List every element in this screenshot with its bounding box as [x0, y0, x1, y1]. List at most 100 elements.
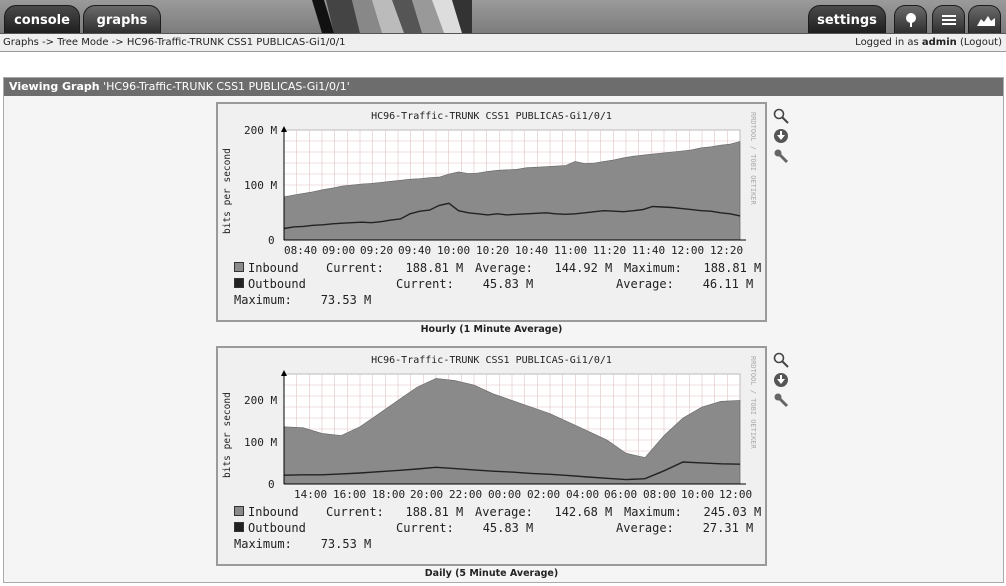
- y-tick-label: 100 M: [244, 436, 278, 449]
- x-tick-label: 08:00: [643, 488, 677, 501]
- tab-graphs[interactable]: graphs: [83, 5, 161, 33]
- x-tick-label: 11:00: [554, 244, 588, 257]
- legend-outbound-label: Outbound: [248, 521, 306, 535]
- outbound-average: Average: 27.31 M: [616, 521, 754, 535]
- wrench-icon: [774, 149, 789, 164]
- x-tick-label: 10:00: [437, 244, 471, 257]
- x-tick-label: 11:40: [632, 244, 666, 257]
- viewing-graph-header: Viewing Graph 'HC96-Traffic-TRUNK CSS1 P…: [4, 78, 1003, 96]
- login-prefix: Logged in as: [855, 37, 919, 48]
- viewing-graph-name: 'HC96-Traffic-TRUNK CSS1 PUBLICAS-Gi1/0/…: [103, 80, 350, 93]
- cacti-logo: [312, 0, 472, 33]
- inbound-current: Current: 188.81 M: [326, 505, 464, 519]
- y-axis-label: bits per second: [222, 148, 233, 234]
- x-tick-label: 09:40: [398, 244, 432, 257]
- inbound-maximum: Maximum: 188.81 M: [624, 261, 762, 275]
- list-view-button[interactable]: [932, 5, 965, 33]
- x-tick-label: 06:00: [604, 488, 638, 501]
- wrench-icon: [774, 393, 789, 408]
- y-axis-arrow: [281, 126, 287, 132]
- outbound-average: Average: 46.11 M: [616, 277, 754, 291]
- viewing-graph-label: Viewing Graph: [9, 80, 100, 93]
- graph-settings-button[interactable]: [773, 392, 789, 408]
- y-axis-arrow: [281, 370, 287, 376]
- zoom-graph-button[interactable]: [773, 108, 789, 124]
- legend-inbound-label: Inbound: [248, 261, 299, 275]
- legend-inbound: Inbound: [234, 261, 299, 275]
- x-tick-label: 10:00: [681, 488, 715, 501]
- y-tick-label: 200 M: [244, 124, 278, 137]
- x-tick-label: 22:00: [449, 488, 483, 501]
- tab-settings[interactable]: settings: [808, 5, 886, 33]
- y-tick-label: 100 M: [244, 179, 278, 192]
- legend-inbound: Inbound: [234, 505, 299, 519]
- x-tick-label: 09:00: [322, 244, 356, 257]
- x-tick-label: 08:40: [284, 244, 318, 257]
- tab-console[interactable]: console: [4, 5, 80, 33]
- logout-link[interactable]: (Logout): [960, 37, 1002, 48]
- top-navigation-bar: console graphs settings: [0, 0, 1006, 34]
- graph-preview-icon: [977, 16, 995, 26]
- legend-outbound: Outbound: [234, 521, 306, 535]
- rrdtool-watermark: RRDTOOL / TOBI OETIKER: [749, 112, 757, 205]
- graph-title: HC96-Traffic-TRUNK CSS1 PUBLICAS-Gi1/0/1: [371, 111, 612, 122]
- x-tick-label: 00:00: [488, 488, 522, 501]
- x-tick-label: 12:00: [671, 244, 705, 257]
- outbound-swatch: [234, 278, 244, 288]
- y-tick-label: 0: [268, 478, 275, 491]
- y-tick-label: 200 M: [244, 394, 278, 407]
- export-csv-button[interactable]: [773, 128, 789, 144]
- x-tick-label: 20:00: [410, 488, 444, 501]
- graph-caption: Daily (5 Minute Average): [424, 568, 559, 579]
- preview-view-button[interactable]: [968, 5, 1001, 33]
- graph-title: HC96-Traffic-TRUNK CSS1 PUBLICAS-Gi1/0/1: [371, 355, 612, 366]
- inbound-average: Average: 142.68 M: [475, 505, 613, 519]
- tree-view-button[interactable]: [894, 5, 927, 33]
- legend-outbound: Outbound: [234, 277, 306, 291]
- breadcrumb[interactable]: Graphs -> Tree Mode -> HC96-Traffic-TRUN…: [3, 34, 346, 51]
- x-tick-label: 10:20: [476, 244, 510, 257]
- outbound-maximum: Maximum: 73.53 M: [234, 293, 372, 307]
- graph-caption: Hourly (1 Minute Average): [420, 324, 563, 335]
- outbound-swatch: [234, 522, 244, 532]
- x-tick-label: 11:20: [593, 244, 627, 257]
- y-tick-label: 0: [268, 234, 275, 247]
- x-tick-label: 12:00: [719, 488, 753, 501]
- graph-settings-button[interactable]: [773, 148, 789, 164]
- x-tick-label: 16:00: [333, 488, 367, 501]
- inbound-swatch: [234, 262, 244, 272]
- graph-hourly[interactable]: HC96-Traffic-TRUNK CSS1 PUBLICAS-Gi1/0/1…: [216, 102, 767, 322]
- x-tick-label: 12:20: [710, 244, 744, 257]
- x-tick-label: 10:40: [515, 244, 549, 257]
- outbound-maximum: Maximum: 73.53 M: [234, 537, 372, 551]
- graph-plot-area: [281, 370, 746, 485]
- breadcrumb-bar: Graphs -> Tree Mode -> HC96-Traffic-TRUN…: [0, 34, 1006, 52]
- x-tick-label: 02:00: [527, 488, 561, 501]
- inbound-current: Current: 188.81 M: [326, 261, 464, 275]
- x-tick-label: 14:00: [294, 488, 328, 501]
- rrdtool-watermark: RRDTOOL / TOBI OETIKER: [749, 356, 757, 449]
- legend-inbound-label: Inbound: [248, 505, 299, 519]
- download-icon: [774, 373, 788, 387]
- inbound-swatch: [234, 506, 244, 516]
- tree-icon: [906, 13, 916, 27]
- export-csv-button[interactable]: [773, 372, 789, 388]
- graph-plot-area: [281, 126, 746, 241]
- outbound-current: Current: 45.83 M: [396, 521, 534, 535]
- y-axis-label: bits per second: [222, 392, 233, 478]
- x-tick-label: 09:20: [360, 244, 394, 257]
- list-icon: [942, 15, 956, 25]
- outbound-current: Current: 45.83 M: [396, 277, 534, 291]
- zoom-graph-button[interactable]: [773, 352, 789, 368]
- login-status: Logged in as admin (Logout): [855, 34, 1002, 51]
- magnifier-icon: [773, 352, 789, 368]
- inbound-average: Average: 144.92 M: [475, 261, 613, 275]
- magnifier-icon: [773, 108, 789, 124]
- login-user: admin: [921, 37, 957, 48]
- inbound-maximum: Maximum: 245.03 M: [624, 505, 762, 519]
- download-icon: [774, 129, 788, 143]
- graph-actions: [773, 108, 789, 168]
- x-tick-label: 04:00: [566, 488, 600, 501]
- legend-outbound-label: Outbound: [248, 277, 306, 291]
- graph-daily[interactable]: HC96-Traffic-TRUNK CSS1 PUBLICAS-Gi1/0/1…: [216, 346, 767, 566]
